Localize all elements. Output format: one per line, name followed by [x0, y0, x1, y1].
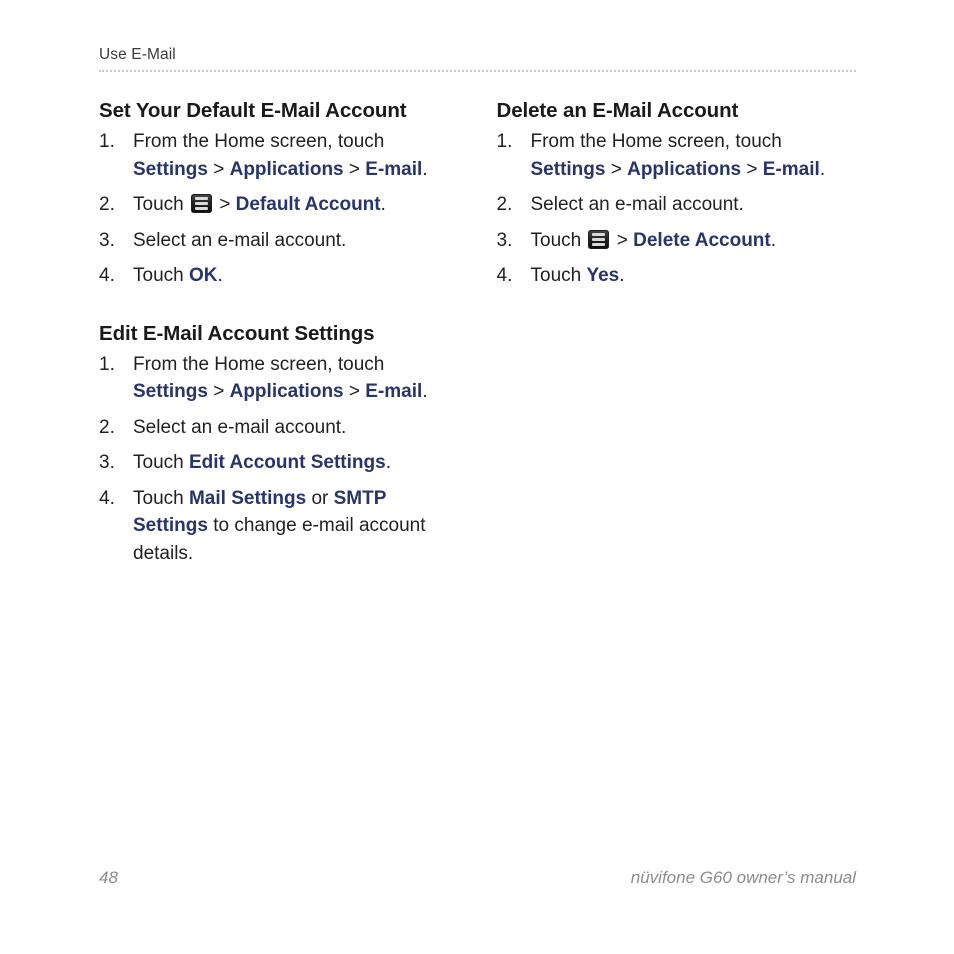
step-item: 1. From the Home screen, touch Settings >…	[99, 351, 459, 406]
step-number: 3.	[99, 229, 115, 251]
path-separator: >	[605, 158, 628, 180]
step-number: 4.	[99, 487, 115, 509]
manual-section: Set Your Default E-Mail Account 1. From th…	[99, 96, 459, 290]
step-item: 3. Touch > Delete Account.	[497, 227, 857, 255]
step-number: 2.	[99, 416, 115, 438]
step-item: 1. From the Home screen, touch Settings >…	[497, 128, 857, 183]
menu-icon	[588, 229, 610, 249]
manual-title: nüvifone G60 owner’s manual	[630, 868, 856, 887]
manual-section: Delete an E-Mail Account 1. From the Home …	[497, 96, 857, 290]
step-text: .	[385, 452, 391, 473]
ui-term: Settings	[133, 158, 208, 180]
step-text: Touch	[530, 229, 587, 251]
ui-term: E-mail	[365, 381, 423, 402]
section-title: Delete an E-Mail Account	[496, 99, 739, 122]
step-text: .	[380, 194, 386, 215]
step-item: 3. Touch Edit Account Settings.	[99, 449, 459, 477]
step-item: 2. Touch > Default Account.	[99, 191, 459, 219]
ui-term: Settings	[133, 381, 208, 402]
page-footer: 48 nüvifone G60 owner’s manual	[99, 868, 856, 888]
step-number: 4.	[99, 265, 115, 286]
step-text: Select an e-mail account.	[133, 416, 347, 438]
step-item: 4. Touch Yes.	[497, 262, 857, 290]
step-item: 4. Touch Mail Settings or SMTP Settings t…	[99, 485, 459, 568]
step-number: 2.	[99, 194, 115, 215]
step-text: Touch	[133, 487, 189, 509]
step-text: .	[217, 265, 223, 286]
step-number: 3.	[496, 229, 513, 251]
ui-term: OK	[188, 265, 218, 286]
ui-term: Default Account	[235, 194, 381, 215]
ui-term: Applications	[627, 158, 742, 180]
path-separator: >	[207, 158, 230, 180]
menu-icon-bar	[592, 242, 606, 246]
step-text: From the Home screen, touch	[530, 131, 782, 152]
step-text: Touch	[133, 265, 189, 286]
step-text: Touch	[133, 452, 189, 473]
ui-term: Delete Account	[633, 229, 771, 251]
step-number: 1.	[99, 353, 115, 375]
ui-term: E-mail	[762, 158, 820, 180]
page-number: 48	[99, 868, 118, 887]
step-list: 1. From the Home screen, touch Settings >…	[99, 351, 459, 568]
body-columns: Set Your Default E-Mail Account 1. From th…	[99, 96, 856, 567]
step-text: .	[819, 158, 826, 180]
left-column: Set Your Default E-Mail Account 1. From th…	[99, 96, 459, 567]
ui-term: E-mail	[365, 158, 423, 180]
ui-term: Settings	[530, 158, 606, 180]
path-separator: >	[213, 194, 236, 215]
menu-icon-bar	[592, 232, 606, 236]
step-text: or	[306, 487, 334, 509]
step-item: 3. Select an e-mail account.	[99, 227, 459, 255]
ui-term: Edit Account Settings	[188, 452, 386, 473]
step-number: 1.	[99, 131, 115, 152]
step-text: .	[619, 265, 625, 286]
step-text: Touch	[530, 265, 587, 286]
header-divider	[99, 70, 856, 74]
menu-icon-bar	[194, 202, 208, 205]
step-number: 3.	[99, 452, 115, 473]
step-text: Select an e-mail account.	[133, 229, 347, 251]
ui-term: Yes	[586, 265, 620, 286]
running-header: Use E-Mail	[99, 45, 856, 64]
menu-icon-bar	[592, 237, 606, 241]
step-text: From the Home screen, touch	[133, 131, 385, 152]
menu-icon	[190, 194, 212, 213]
path-separator: >	[741, 158, 763, 180]
menu-icon-bar	[194, 207, 208, 210]
step-text: From the Home screen, touch	[133, 353, 385, 375]
step-text: .	[422, 381, 428, 402]
path-separator: >	[343, 158, 366, 180]
section-title: Set Your Default E-Mail Account	[99, 99, 407, 122]
manual-section: Edit E-Mail Account Settings 1. From the H…	[99, 319, 459, 568]
path-separator: >	[611, 229, 634, 251]
section-title: Edit E-Mail Account Settings	[99, 321, 375, 345]
ui-term: Applications	[229, 158, 344, 180]
menu-icon-bar	[194, 197, 208, 200]
step-list: 1. From the Home screen, touch Settings >…	[99, 128, 459, 290]
step-list: 1. From the Home screen, touch Settings >…	[497, 128, 857, 290]
step-text: Touch	[133, 194, 189, 215]
right-column: Delete an E-Mail Account 1. From the Home …	[497, 96, 857, 567]
ui-term: Mail Settings	[188, 487, 307, 509]
step-number: 1.	[496, 131, 513, 152]
ui-term: Applications	[229, 381, 344, 402]
step-number: 2.	[496, 194, 513, 215]
path-separator: >	[207, 381, 230, 402]
path-separator: >	[343, 381, 366, 402]
running-header-text: Use E-Mail	[99, 46, 176, 63]
step-text: .	[770, 229, 777, 251]
step-item: 1. From the Home screen, touch Settings >…	[99, 128, 459, 183]
step-text: Select an e-mail account.	[530, 194, 744, 215]
step-item: 2. Select an e-mail account.	[497, 191, 857, 219]
step-item: 4. Touch OK.	[99, 262, 459, 290]
step-number: 4.	[496, 265, 513, 286]
step-text: .	[422, 158, 428, 180]
step-item: 2. Select an e-mail account.	[99, 414, 459, 442]
manual-page: Use E-Mail Set Your Default E-Mail Accou…	[0, 0, 954, 954]
